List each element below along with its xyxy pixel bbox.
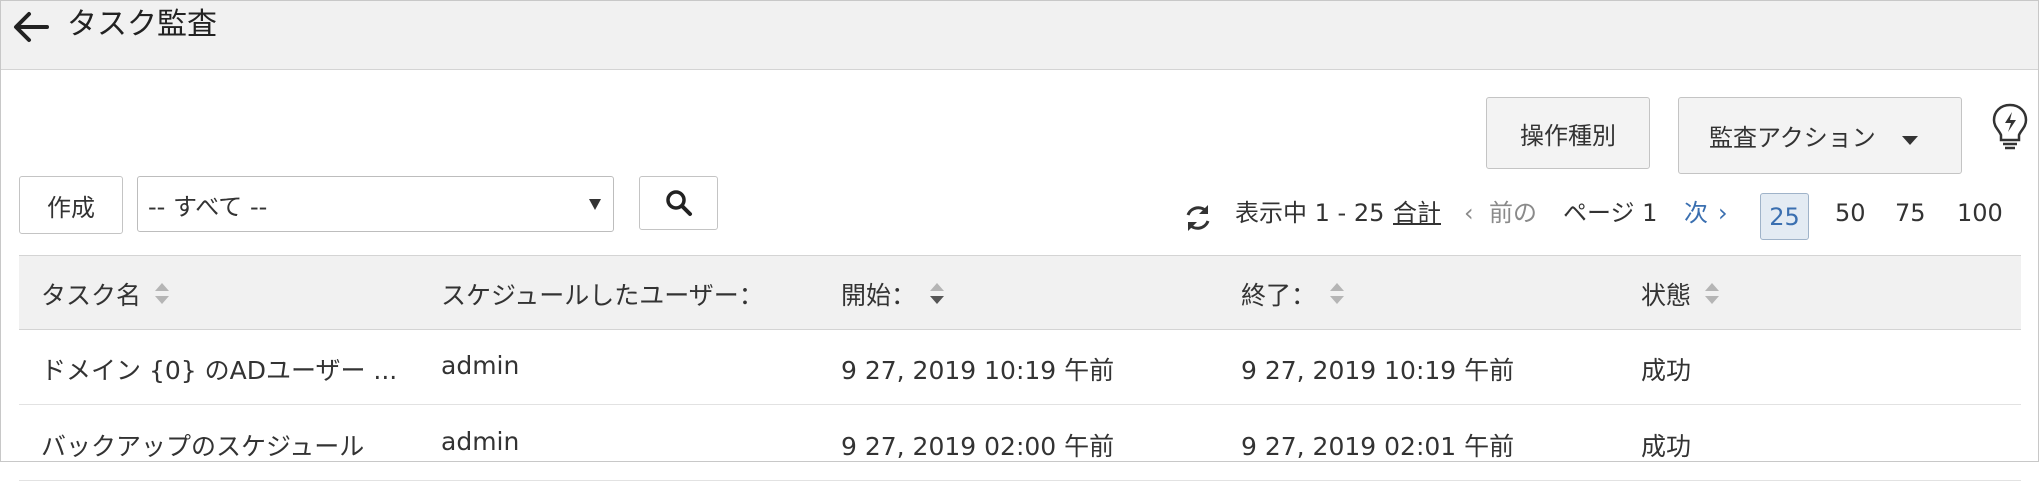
cell-start: 9 27, 2019 02:00 午前 [841,432,1115,461]
cell-task-name[interactable]: ドメイン {0} のADユーザー ... [41,351,397,387]
cell-start: 9 27, 2019 10:19 午前 [841,356,1115,385]
cell-end: 9 27, 2019 02:01 午前 [1241,432,1515,461]
page-header: タスク監査 [1,1,2038,70]
select-arrow-icon [589,199,601,210]
page-indicator: ページ 1 [1563,199,1658,227]
column-label: タスク名 [41,281,142,310]
next-chevron-icon: › [1718,199,1728,227]
page-size-75[interactable]: 75 [1895,196,1926,230]
page-title: タスク監査 [67,7,217,42]
chevron-down-icon [1901,136,1918,145]
column-header-start[interactable]: 開始： [841,276,945,312]
column-header-task-name[interactable]: タスク名 [41,276,170,312]
total-link[interactable]: 合計 [1393,196,1441,230]
column-header-end[interactable]: 終了： [1241,276,1345,312]
column-header-status[interactable]: 状態 [1641,276,1720,312]
cell-user: admin [441,427,520,456]
table-header: タスク名 スケジュールしたユーザー： 開始： 終了： 状態 [19,255,2021,330]
sort-desc-icon [930,283,945,305]
showing-range: 表示中 1 - 25 [1235,199,1385,227]
search-button[interactable] [639,176,718,230]
column-header-scheduled-user: スケジュールしたユーザー： [441,276,764,312]
page-size-25[interactable]: 25 [1760,193,1809,240]
column-label: スケジュールしたユーザー： [441,281,764,310]
sort-icon [1705,283,1720,305]
audit-action-label: 監査アクション [1709,124,1876,152]
filter-select[interactable]: -- すべて -- [137,176,614,232]
page-size-50[interactable]: 50 [1835,196,1866,230]
cell-end: 9 27, 2019 10:19 午前 [1241,356,1515,385]
prev-chevron-icon: ‹ [1464,199,1474,227]
back-arrow-icon[interactable] [11,9,51,45]
table-row[interactable]: バックアップのスケジュール admin 9 27, 2019 02:00 午前 … [19,405,2021,481]
filter-select-value: -- すべて -- [148,192,268,221]
column-label: 終了： [1241,281,1317,310]
cell-status: 成功 [1641,432,1692,461]
cell-task-name[interactable]: バックアップのスケジュール [41,427,364,463]
create-button[interactable]: 作成 [19,176,123,234]
next-page-link[interactable]: 次 [1684,196,1708,230]
operation-type-button[interactable]: 操作種別 [1486,97,1650,169]
operation-type-label: 操作種別 [1520,121,1616,150]
lightbulb-icon[interactable] [1990,102,2030,152]
column-label: 開始： [841,281,917,310]
sort-icon [1330,283,1345,305]
cell-status: 成功 [1641,356,1692,385]
column-label: 状態 [1641,281,1692,310]
cell-user: admin [441,351,520,380]
create-label: 作成 [47,193,95,222]
search-icon [665,190,692,216]
sort-icon [155,283,170,305]
prev-page-link[interactable]: 前の [1489,196,1537,230]
audit-action-dropdown[interactable]: 監査アクション [1678,97,1962,174]
table-row[interactable]: ドメイン {0} のADユーザー ... admin 9 27, 2019 10… [19,329,2021,405]
page-size-100[interactable]: 100 [1957,196,2003,230]
refresh-icon[interactable] [1183,202,1213,234]
